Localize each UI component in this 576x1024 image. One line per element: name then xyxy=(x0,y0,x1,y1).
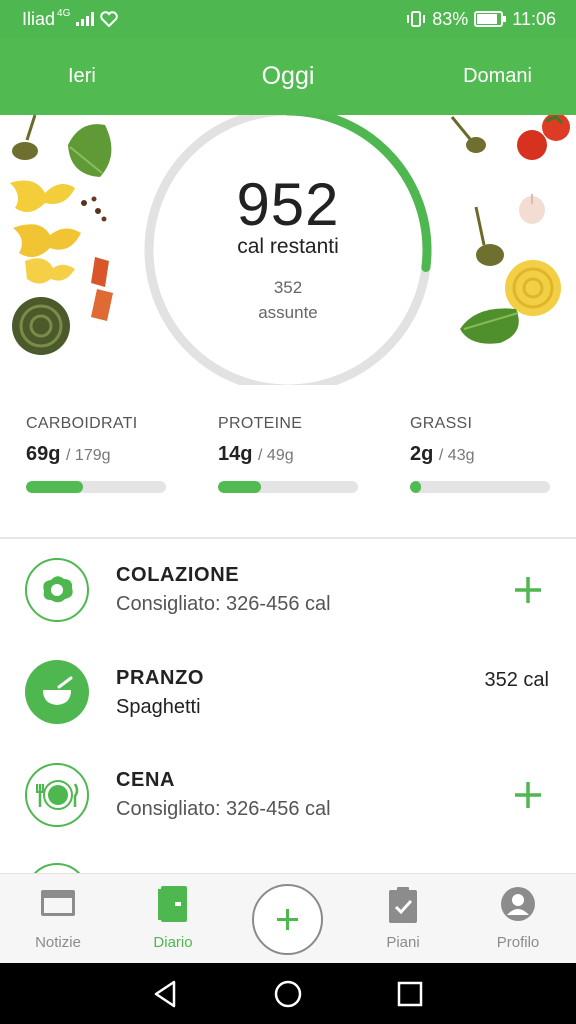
macro-title: PROTEINE xyxy=(218,415,303,432)
macro-title: CARBOIDRATI xyxy=(26,415,138,432)
tomato-decoration-icon xyxy=(517,115,570,160)
macro-progress-fill xyxy=(218,481,262,493)
macro-progress-bar xyxy=(26,481,166,493)
macro-fat: GRASSI 2g / 43g xyxy=(410,415,550,493)
nav-next-day[interactable]: Domani xyxy=(463,38,532,115)
macro-progress-fill xyxy=(410,481,422,493)
caper-decoration-icon xyxy=(450,116,486,153)
caper-decoration-icon xyxy=(12,115,38,160)
section-divider xyxy=(0,537,576,539)
meal-breakfast[interactable]: COLAZIONE Consigliato: 326-456 cal xyxy=(0,540,576,640)
calories-eaten-label: assunte xyxy=(258,303,318,322)
clock: 11:06 xyxy=(512,8,556,29)
tab-label: Notizie xyxy=(35,934,81,951)
macro-goal: / 43g xyxy=(438,447,475,464)
calories-remaining-label: cal restanti xyxy=(237,235,339,258)
macro-progress-bar xyxy=(218,481,358,493)
meal-subtitle: Consigliato: 326-456 cal xyxy=(116,593,331,615)
meal-subtitle: Consigliato: 326-456 cal xyxy=(116,798,331,820)
meal-name: COLAZIONE xyxy=(116,564,240,586)
recents-button-icon[interactable] xyxy=(393,977,427,1011)
macro-progress-fill xyxy=(26,481,84,493)
diary-icon xyxy=(158,886,187,922)
vibrate-icon xyxy=(407,11,426,27)
macro-values: 2g / 43g xyxy=(410,443,550,466)
calories-remaining-value: 952 xyxy=(236,171,340,238)
macro-values: 69g / 179g xyxy=(26,443,166,466)
tab-label: Profilo xyxy=(496,934,540,951)
system-navigation-bar xyxy=(0,963,576,1024)
status-left: Iliad 4G xyxy=(22,7,119,30)
heart-icon xyxy=(100,11,119,27)
network-type: 4G xyxy=(57,7,71,19)
macro-values: 14g / 49g xyxy=(218,443,358,466)
battery-percent: 83% xyxy=(432,8,469,29)
tab-diary[interactable]: Diario xyxy=(123,874,223,964)
calorie-summary: 952 cal restanti 352 assunte xyxy=(0,115,576,385)
macro-current: 14g xyxy=(218,443,253,465)
meal-name: CENA xyxy=(116,769,176,791)
battery-icon xyxy=(474,11,507,27)
meal-subtitle: Spaghetti xyxy=(116,696,201,718)
fried-egg-icon xyxy=(25,558,89,622)
back-button-icon[interactable] xyxy=(148,977,182,1011)
tab-label: Diario xyxy=(153,934,193,951)
add-dinner-button[interactable] xyxy=(510,777,546,813)
macro-protein: PROTEINE 14g / 49g xyxy=(218,415,358,493)
bowl-icon xyxy=(25,660,89,724)
bottom-navigation: Notizie Diario Piani Profilo xyxy=(0,873,576,963)
meal-dinner[interactable]: CENA Consigliato: 326-456 cal xyxy=(0,745,576,845)
macro-goal: / 49g xyxy=(258,447,294,464)
macronutrients: CARBOIDRATI 69g / 179g PROTEINE 14g / 49… xyxy=(0,415,576,535)
tab-profile[interactable]: Profilo xyxy=(468,874,568,964)
macro-title: GRASSI xyxy=(410,415,473,432)
home-button-icon[interactable] xyxy=(271,977,305,1011)
macro-progress-bar xyxy=(410,481,550,493)
add-breakfast-button[interactable] xyxy=(510,572,546,608)
carrier-name: Iliad xyxy=(22,8,56,29)
meal-name: PRANZO xyxy=(116,667,205,689)
plate-cutlery-icon xyxy=(25,763,89,827)
meal-calories: 352 cal xyxy=(484,669,550,691)
macro-current: 2g xyxy=(410,443,434,465)
macro-current: 69g xyxy=(26,443,61,465)
status-right: 83% 11:06 xyxy=(406,9,556,30)
macro-goal: / 179g xyxy=(66,447,111,464)
calories-eaten-value: 352 xyxy=(273,278,303,297)
tab-plans[interactable]: Piani xyxy=(353,874,453,964)
macro-carbs: CARBOIDRATI 69g / 179g xyxy=(26,415,166,493)
plus-icon xyxy=(277,909,298,930)
quick-add-button[interactable] xyxy=(252,884,323,955)
day-navigation: Ieri Oggi Domani xyxy=(0,38,576,115)
meal-lunch[interactable]: PRANZO Spaghetti 352 cal xyxy=(0,643,576,743)
status-bar: Iliad 4G 83% 11:06 xyxy=(0,0,576,38)
signal-icon xyxy=(76,12,95,26)
clipboard-icon xyxy=(389,887,417,923)
nav-previous-day[interactable]: Ieri xyxy=(68,38,96,115)
tab-label: Piani xyxy=(386,934,420,951)
profile-icon xyxy=(501,887,535,921)
tab-news[interactable]: Notizie xyxy=(8,874,108,964)
snack-meal-icon xyxy=(25,863,89,873)
nav-current-day[interactable]: Oggi xyxy=(262,62,315,90)
meal-list: COLAZIONE Consigliato: 326-456 cal PRANZ… xyxy=(0,540,576,873)
news-icon xyxy=(41,890,75,916)
